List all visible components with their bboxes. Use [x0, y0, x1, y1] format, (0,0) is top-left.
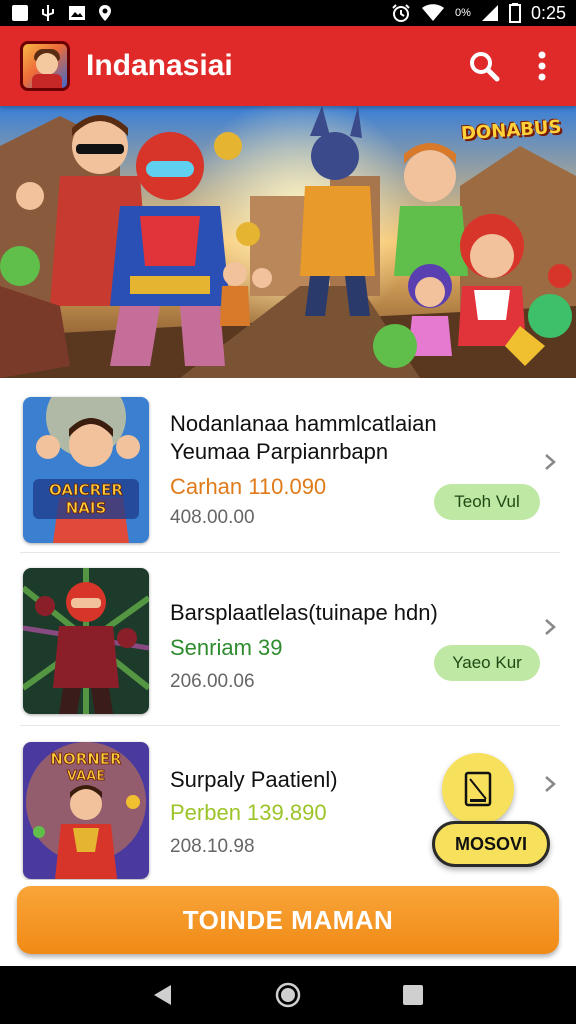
cta-area: TOINDE MAMAN: [0, 880, 576, 966]
location-icon: [99, 5, 111, 21]
item-thumbnail: OAICRER NAIS: [23, 397, 149, 543]
item-price: Perben 139.890: [170, 800, 327, 825]
app-bar: Indanasiai: [0, 26, 576, 106]
svg-text:NAIS: NAIS: [66, 499, 107, 517]
tablet-fab-button[interactable]: [442, 753, 514, 825]
list-item[interactable]: Barsplaatlelas(tuinape hdn) Senriam 39 2…: [20, 553, 560, 726]
status-time: 0:25: [530, 2, 566, 23]
main-cta-button[interactable]: TOINDE MAMAN: [17, 886, 559, 954]
back-icon[interactable]: [143, 975, 183, 1015]
alarm-icon: [392, 4, 410, 22]
item-price: Carhan 110.090: [170, 474, 327, 499]
battery-percent: 0%: [455, 7, 471, 19]
svg-text:OAICRER: OAICRER: [49, 481, 123, 499]
usb-icon: [42, 5, 54, 21]
chevron-right-icon: [545, 454, 556, 470]
item-title: Barsplaatlelas(tuinape hdn): [170, 600, 438, 625]
home-icon[interactable]: [268, 975, 308, 1015]
image-icon: [69, 6, 85, 20]
item-date: 208.10.98: [170, 836, 255, 857]
svg-text:VAAE: VAAE: [67, 769, 105, 784]
tablet-icon: [464, 771, 492, 807]
item-price: Senriam 39: [170, 635, 283, 660]
signal-icon: [481, 5, 498, 21]
status-bar: 0% 0:25: [0, 0, 576, 26]
status-right-icons: 0% 0:25: [391, 3, 566, 24]
list-item[interactable]: OAICRER NAIS Nodanlanaa hammlcatlaian Ye…: [20, 380, 560, 553]
item-thumbnail: NORNER VAAE: [23, 742, 149, 879]
system-nav-bar: [0, 966, 576, 1024]
svg-text:NORNER: NORNER: [50, 750, 122, 768]
app-logo-icon[interactable]: [20, 41, 70, 91]
notification-icon: [12, 5, 28, 21]
search-icon[interactable]: [466, 48, 502, 84]
item-date: 408.00.00: [170, 507, 255, 528]
battery-icon: [508, 3, 521, 23]
banner-illustration: [0, 106, 576, 378]
chevron-right-icon: [545, 776, 556, 792]
item-tag[interactable]: Teoh Vul: [434, 484, 540, 520]
status-left-icons: [12, 4, 112, 22]
item-tag[interactable]: Yaeo Kur: [434, 645, 540, 681]
item-title: Nodanlanaa hammlcatlaian Yeumaa Parpianr…: [170, 411, 437, 464]
recents-icon[interactable]: [393, 975, 433, 1015]
app-title: Indanasiai: [86, 49, 233, 82]
hero-banner[interactable]: DONABUS: [0, 106, 576, 378]
item-thumbnail: [23, 568, 149, 714]
app-actions: [466, 48, 560, 84]
mosovi-fab-button[interactable]: MOSOVI: [432, 821, 550, 867]
chevron-right-icon: [545, 619, 556, 635]
wifi-icon: [422, 4, 445, 21]
more-vert-icon[interactable]: [524, 48, 560, 84]
item-date: 206.00.06: [170, 671, 255, 692]
